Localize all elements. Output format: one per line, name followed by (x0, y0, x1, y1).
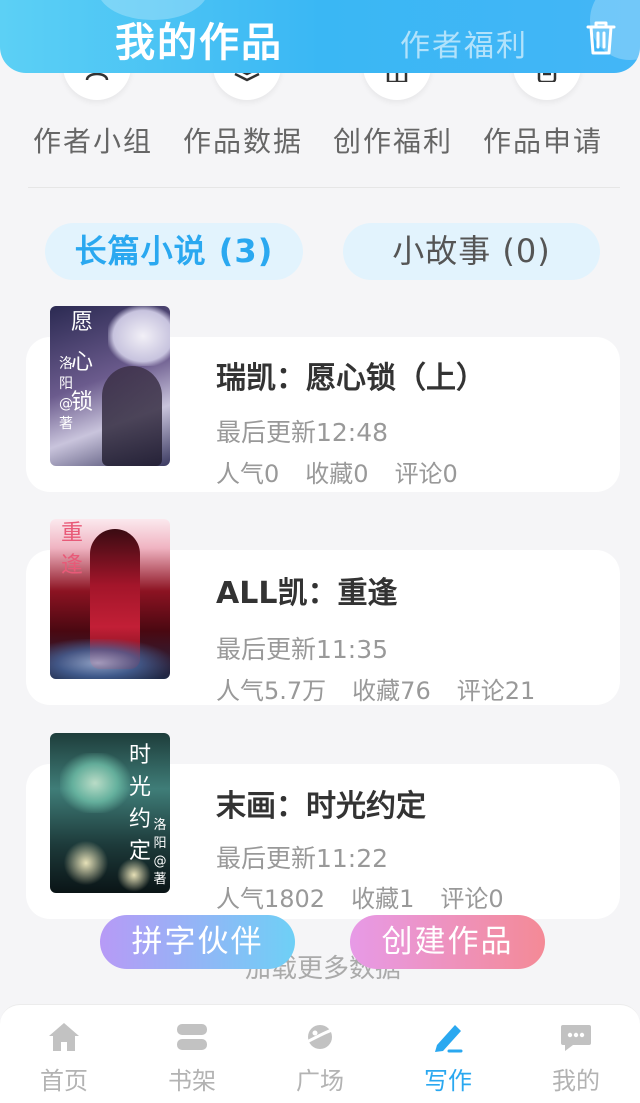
work-title[interactable]: 末画：时光约定 (216, 781, 426, 825)
work-last-update: 最后更新11:22 (216, 844, 389, 873)
tab-novel[interactable]: 长篇小说 (3) (45, 223, 303, 280)
nav-item-write[interactable]: 写作 (384, 1005, 512, 1103)
create-work-button[interactable]: 创建作品 (350, 915, 545, 969)
nav-label: 广场 (296, 1067, 344, 1095)
menu-label: 作品数据 (183, 125, 304, 158)
cover-title-char: 时 (128, 743, 151, 768)
trash-icon[interactable] (584, 20, 618, 56)
cover-author-char: 阳 (59, 376, 73, 392)
work-popularity: 人气5.7万 (216, 677, 327, 705)
cover-author-char: 洛 (59, 356, 73, 372)
cover-art (60, 753, 130, 813)
cover-title-char: 愿 (70, 310, 93, 335)
work-last-update: 最后更新11:35 (216, 635, 389, 664)
bottom-nav: 首页 书架 广场 写作 我的 (0, 1004, 640, 1103)
cover-title-char: 重 (60, 521, 83, 546)
menu-label: 作者小组 (33, 125, 154, 158)
cover-image: 愿 心 锁 洛 阳 @ 著 (50, 306, 170, 466)
work-favorites: 收藏1 (351, 885, 415, 913)
bookshelf-icon (177, 1024, 207, 1050)
menu-label: 创作福利 (333, 125, 454, 158)
nav-label: 我的 (552, 1067, 600, 1095)
cover-author-char: @ (153, 854, 167, 869)
planet-icon (304, 1025, 336, 1049)
top-header: 我的作品 作者福利 (0, 0, 640, 73)
cover-title-char: 光 (128, 775, 151, 800)
cover-image: 时 光 约 定 洛 阳 @ 著 (50, 733, 170, 893)
work-comments: 评论21 (456, 677, 536, 705)
cover-author-char: 阳 (153, 836, 167, 851)
work-popularity: 人气0 (216, 460, 280, 488)
nav-item-home[interactable]: 首页 (0, 1005, 128, 1103)
section-divider (28, 187, 620, 188)
work-title[interactable]: ALL凯：重逢 (216, 568, 397, 612)
nav-item-mine[interactable]: 我的 (512, 1005, 640, 1103)
work-title[interactable]: 瑞凯：愿心锁（上） (216, 353, 486, 397)
cover-image: 重 逢 (50, 519, 170, 679)
menu-item-author-group[interactable]: 作者小组 (33, 60, 173, 180)
nav-label: 书架 (168, 1067, 216, 1095)
cover-title-char: 逢 (60, 553, 83, 578)
nav-item-bookshelf[interactable]: 书架 (128, 1005, 256, 1103)
cover-art (108, 306, 170, 366)
nav-label: 首页 (40, 1067, 88, 1095)
work-stats: 人气5.7万 收藏76 评论21 (216, 671, 561, 706)
menu-item-creation-welfare[interactable]: 创作福利 (333, 60, 473, 180)
cover-art (102, 366, 162, 466)
work-stats: 人气0 收藏0 评论0 (216, 454, 484, 489)
page-title: 我的作品 (115, 20, 283, 66)
author-welfare-link[interactable]: 作者福利 (400, 21, 528, 65)
cover-author-char: 著 (59, 416, 73, 432)
chat-icon (561, 1025, 591, 1051)
nav-label: 写作 (424, 1067, 472, 1095)
menu-label: 作品申请 (483, 125, 604, 158)
work-comments: 评论0 (394, 460, 458, 488)
cover-author-char: @ (59, 396, 73, 412)
work-stats: 人气1802 收藏1 评论0 (216, 879, 530, 914)
home-icon (49, 1023, 79, 1051)
cover-author-char: 著 (153, 872, 167, 887)
work-popularity: 人气1802 (216, 885, 326, 913)
menu-item-work-data[interactable]: 作品数据 (183, 60, 323, 180)
pen-icon (435, 1025, 463, 1053)
work-favorites: 收藏76 (352, 677, 431, 705)
cover-art (50, 639, 170, 679)
work-last-update: 最后更新12:48 (216, 418, 389, 447)
word-partner-button[interactable]: 拼字伙伴 (100, 915, 295, 969)
nav-item-plaza[interactable]: 广场 (256, 1005, 384, 1103)
work-favorites: 收藏0 (305, 460, 369, 488)
cover-author-char: 洛 (153, 818, 167, 833)
work-comments: 评论0 (440, 885, 504, 913)
tab-short-story[interactable]: 小故事 (0) (343, 223, 600, 280)
quick-menu: 作者小组 作品数据 创作福利 作品申请 (0, 60, 640, 180)
menu-item-work-application[interactable]: 作品申请 (483, 60, 623, 180)
